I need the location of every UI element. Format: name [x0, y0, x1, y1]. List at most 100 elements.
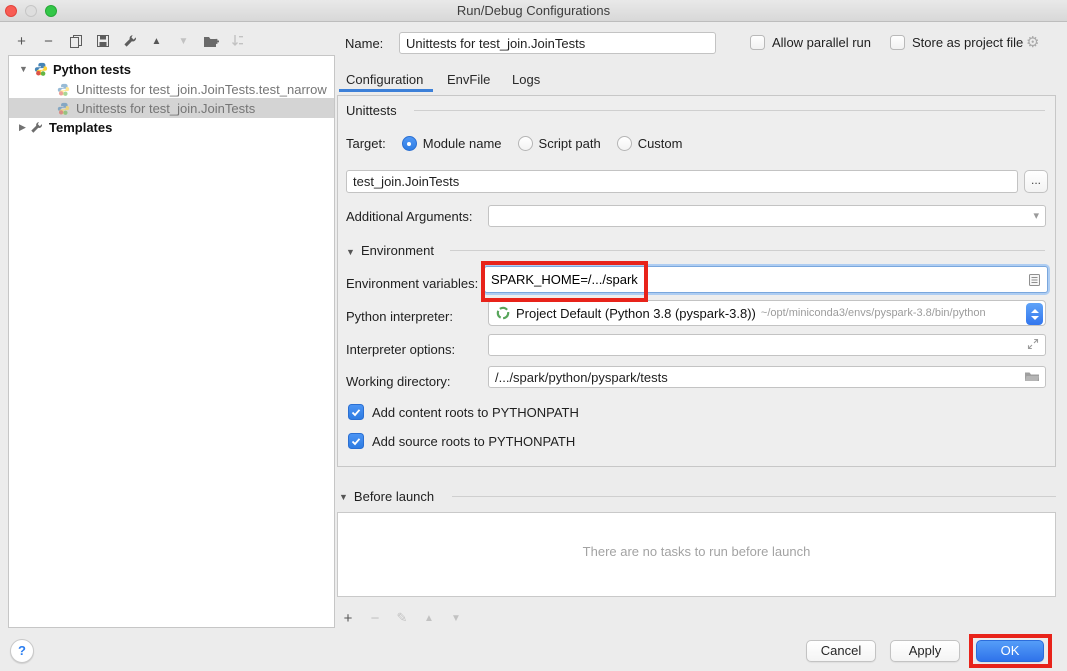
checkbox-checked-icon[interactable] — [348, 433, 364, 449]
working-directory-label: Working directory: — [346, 374, 451, 389]
python-interpreter-select[interactable]: Project Default (Python 3.8 (pyspark-3.8… — [488, 300, 1046, 326]
add-source-roots-checkbox[interactable]: Add source roots to PYTHONPATH — [348, 433, 575, 449]
move-down-button: ▼ — [174, 31, 193, 51]
checkbox-unchecked[interactable] — [890, 35, 905, 50]
additional-arguments-label: Additional Arguments: — [346, 209, 472, 224]
tree-item-label: Python tests — [53, 62, 131, 77]
group-separator — [414, 110, 1045, 111]
unittests-group-label: Unittests — [346, 103, 397, 118]
python-interpreter-path: ~/opt/miniconda3/envs/pyspark-3.8/bin/py… — [761, 307, 986, 319]
add-source-roots-label: Add source roots to PYTHONPATH — [372, 434, 575, 449]
conda-env-icon — [496, 306, 510, 320]
add-configuration-button[interactable]: + — [12, 31, 31, 51]
remove-configuration-button[interactable]: − — [39, 31, 58, 51]
zoom-window-button[interactable] — [45, 5, 57, 17]
radio-label: Custom — [638, 136, 683, 151]
templates-wrench-icon — [30, 121, 45, 134]
group-separator — [452, 496, 1056, 497]
tab-logs[interactable]: Logs — [512, 72, 540, 87]
env-vars-list-icon[interactable] — [1028, 273, 1041, 287]
add-content-roots-checkbox[interactable]: Add content roots to PYTHONPATH — [348, 404, 579, 420]
checkbox-checked-icon[interactable] — [348, 404, 364, 420]
before-launch-collapse-icon[interactable]: ▼ — [339, 492, 348, 502]
folder-icon[interactable] — [1024, 370, 1040, 383]
radio-unselected-icon[interactable] — [518, 136, 533, 151]
radio-unselected-icon[interactable] — [617, 136, 632, 151]
environment-collapse-icon[interactable]: ▼ — [346, 247, 355, 257]
tree-item-label: Templates — [49, 120, 112, 135]
add-content-roots-label: Add content roots to PYTHONPATH — [372, 405, 579, 420]
store-as-project-file-label: Store as project file — [912, 35, 1023, 50]
tab-configuration[interactable]: Configuration — [346, 72, 423, 87]
edit-task-pencil-icon: ✎ — [395, 608, 409, 628]
target-option-script-path[interactable]: Script path — [518, 136, 601, 151]
python-test-config-icon — [57, 102, 72, 115]
before-launch-toolbar: + − ✎ ▲ ▼ — [341, 608, 463, 628]
window-title: Run/Debug Configurations — [0, 0, 1067, 21]
sort-alphabetically-icon — [228, 31, 247, 51]
save-configuration-icon[interactable] — [93, 31, 112, 51]
move-task-up-button: ▲ — [422, 608, 436, 628]
edit-templates-icon[interactable] — [120, 31, 139, 51]
run-debug-configurations-dialog: Run/Debug Configurations + − ▲ ▼ — [0, 0, 1067, 671]
python-tests-icon — [34, 62, 49, 76]
chevron-down-icon[interactable]: ▾ — [1033, 209, 1039, 222]
browse-module-button[interactable]: ... — [1024, 170, 1048, 193]
name-label: Name: — [345, 36, 383, 51]
tree-item-unittests-test-narrow[interactable]: Unittests for test_join.JoinTests.test_n… — [9, 79, 334, 99]
annotation-box-ok — [969, 634, 1052, 668]
target-label: Target: — [346, 136, 386, 151]
tree-item-python-tests[interactable]: ▼ Python tests — [9, 59, 334, 79]
target-option-custom[interactable]: Custom — [617, 136, 683, 151]
annotation-box-env-vars — [481, 261, 648, 302]
allow-parallel-run-checkbox[interactable]: Allow parallel run — [750, 35, 871, 50]
apply-button[interactable]: Apply — [890, 640, 960, 662]
additional-arguments-input[interactable] — [488, 205, 1046, 227]
store-as-project-file-checkbox[interactable]: Store as project file — [890, 35, 1023, 50]
checkbox-unchecked[interactable] — [750, 35, 765, 50]
active-tab-indicator — [339, 89, 433, 92]
tree-item-label: Unittests for test_join.JoinTests — [76, 101, 255, 116]
before-launch-title: Before launch — [354, 489, 434, 504]
new-folder-icon[interactable] — [201, 31, 220, 51]
help-button[interactable]: ? — [10, 639, 34, 663]
move-task-down-button: ▼ — [449, 608, 463, 628]
configurations-tree: ▼ Python tests Unittests f — [8, 55, 335, 628]
tree-item-templates[interactable]: ▶ Templates — [9, 117, 334, 137]
python-interpreter-label: Python interpreter: — [346, 309, 453, 324]
before-launch-empty-message: There are no tasks to run before launch — [338, 544, 1055, 559]
minimize-window-button — [25, 5, 37, 17]
close-window-button[interactable] — [5, 5, 17, 17]
select-stepper-icon[interactable] — [1026, 303, 1043, 325]
target-module-input[interactable] — [346, 170, 1018, 193]
python-test-config-icon — [57, 83, 72, 96]
collapse-icon[interactable]: ▶ — [9, 122, 20, 133]
expand-icon[interactable]: ▼ — [9, 64, 20, 74]
group-separator — [450, 250, 1045, 251]
environment-variables-label: Environment variables: — [346, 276, 478, 291]
radio-label: Script path — [539, 136, 601, 151]
cancel-button[interactable]: Cancel — [806, 640, 876, 662]
copy-configuration-icon[interactable] — [66, 31, 85, 51]
python-interpreter-value: Project Default (Python 3.8 (pyspark-3.8… — [516, 306, 756, 321]
expand-field-icon[interactable] — [1027, 338, 1039, 350]
working-directory-input[interactable] — [488, 366, 1046, 388]
before-launch-task-list: There are no tasks to run before launch — [337, 512, 1056, 597]
add-task-button[interactable]: + — [341, 608, 355, 628]
remove-task-button: − — [368, 608, 382, 628]
tree-item-unittests-jointests-selected[interactable]: Unittests for test_join.JoinTests — [9, 98, 334, 118]
radio-label: Module name — [423, 136, 502, 151]
radio-selected-icon[interactable] — [402, 136, 417, 151]
allow-parallel-run-label: Allow parallel run — [772, 35, 871, 50]
move-up-button[interactable]: ▲ — [147, 31, 166, 51]
target-row: Target: Module name Script path Custom — [346, 136, 682, 151]
before-launch-header[interactable]: ▼ Before launch — [339, 489, 434, 504]
store-settings-gear-icon[interactable]: ⚙ — [1026, 33, 1039, 51]
name-input[interactable] — [399, 32, 716, 54]
configuration-panel: Unittests Target: Module name Script pat… — [337, 95, 1056, 467]
interpreter-options-label: Interpreter options: — [346, 342, 455, 357]
interpreter-options-input[interactable] — [488, 334, 1046, 356]
tab-envfile[interactable]: EnvFile — [447, 72, 490, 87]
target-option-module-name[interactable]: Module name — [402, 136, 502, 151]
tree-item-label: Unittests for test_join.JoinTests.test_n… — [76, 82, 327, 97]
